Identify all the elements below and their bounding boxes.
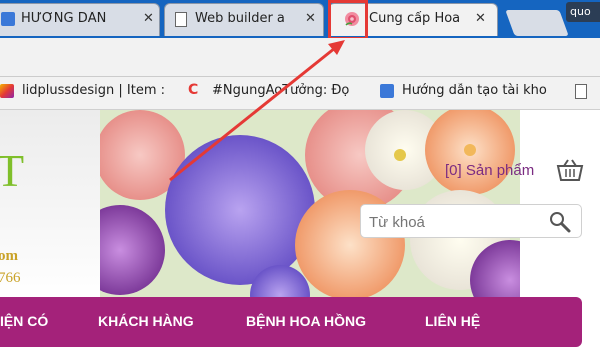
nav-item-benh-hoa-hong[interactable]: BỆNH HOA HỒNG (246, 313, 366, 329)
nav-item-hien-co[interactable]: IỆN CÓ (0, 313, 48, 329)
main-nav: IỆN CÓ KHÁCH HÀNG BỆNH HOA HỒNG LIÊN HỆ (0, 297, 582, 347)
nav-item-khach-hang[interactable]: KHÁCH HÀNG (98, 313, 194, 329)
nav-item-lien-he[interactable]: LIÊN HỆ (425, 313, 480, 329)
